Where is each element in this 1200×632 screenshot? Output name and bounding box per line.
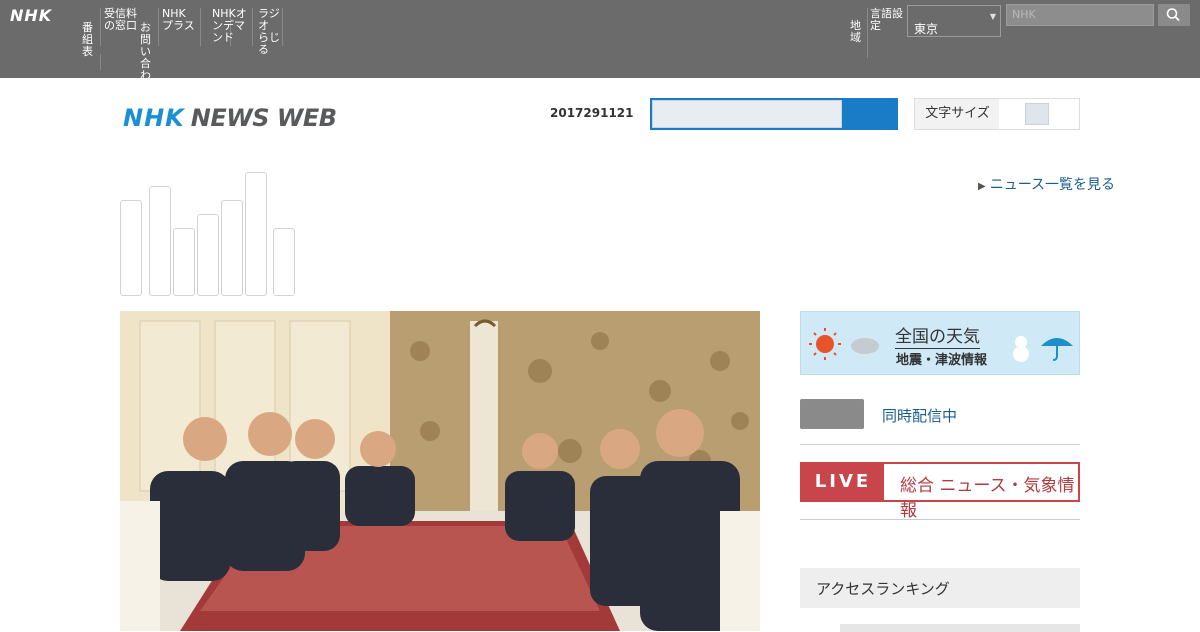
- main-news-photo[interactable]: [120, 311, 760, 631]
- weather-subtitle: 地震・津波情報: [896, 353, 988, 368]
- placeholder-bar: [149, 186, 171, 296]
- live-tag: LIVE: [802, 464, 884, 500]
- chevron-down-icon: ▼: [989, 12, 996, 21]
- search-icon: [1166, 8, 1180, 22]
- nhkplus-link[interactable]: 同時配信中: [800, 399, 1080, 445]
- global-nav-item-1[interactable]: 番組表: [82, 22, 98, 60]
- news-list-link[interactable]: ▶ ニュース一覧を見る: [978, 174, 1115, 194]
- global-nav-item-5[interactable]: NHKオンデマンド: [212, 8, 248, 46]
- date-text: 2017291121: [550, 106, 634, 120]
- news-search-box: [650, 98, 898, 130]
- placeholder-bar: [173, 228, 195, 296]
- divider: [800, 519, 1080, 520]
- global-nav-item-4[interactable]: NHKプラス: [162, 8, 196, 46]
- region-select[interactable]: 東京 ▼: [907, 5, 1001, 37]
- live-program-text: 総合 ニュース・気象情報: [900, 476, 1075, 521]
- news-list-link-label: ニュース一覧を見る: [989, 177, 1116, 193]
- nhkplus-label: 同時配信中: [882, 407, 958, 425]
- placeholder-bar: [273, 228, 295, 296]
- live-banner[interactable]: LIVE 総合 ニュース・気象情報: [800, 462, 1080, 521]
- right-nav-region[interactable]: 地域: [850, 20, 864, 44]
- nhkplus-badge: [800, 399, 864, 429]
- right-nav-language[interactable]: 言語設定: [870, 8, 906, 32]
- nhk-global-logo[interactable]: NHK: [10, 6, 52, 25]
- site-search-input[interactable]: NHK: [1006, 4, 1154, 26]
- access-ranking-header: アクセスランキング: [800, 568, 1080, 608]
- text-size-knob: [1025, 103, 1049, 125]
- ranking-thumbnail[interactable]: [840, 624, 1080, 632]
- placeholder-bar: [120, 200, 142, 296]
- loading-placeholder: [120, 170, 295, 296]
- access-ranking-title: アクセスランキング: [816, 580, 950, 598]
- newsweb-logo[interactable]: NHK NEWS WEB: [123, 104, 337, 132]
- placeholder-bar: [197, 214, 219, 296]
- global-nav-item-3[interactable]: お問い合わせ: [140, 22, 156, 94]
- news-search-button[interactable]: [842, 100, 898, 128]
- weather-banner[interactable]: 全国の天気 地震・津波情報: [800, 311, 1080, 375]
- photo-image: [120, 311, 760, 631]
- region-select-value: 東京: [914, 22, 939, 36]
- logo-nhk-text: NHK: [123, 104, 185, 132]
- placeholder-bar: [245, 172, 267, 296]
- placeholder-bar: [221, 200, 243, 296]
- global-header: NHK 番組表 受信料の窓口 お問い合わせ NHKプラス NHKオンデマンド ラ…: [0, 0, 1200, 94]
- triangle-right-icon: ▶: [978, 181, 986, 192]
- site-search-button[interactable]: [1158, 4, 1190, 26]
- logo-newsweb-text: NEWS WEB: [190, 104, 337, 132]
- weather-title: 全国の天気: [895, 322, 980, 349]
- global-nav-item-2[interactable]: 受信料の窓口: [104, 8, 138, 46]
- global-nav-item-6[interactable]: ラジオ らじる: [258, 8, 282, 56]
- text-size-setting[interactable]: 文字サイズ: [914, 98, 1080, 130]
- text-size-label: 文字サイズ: [925, 106, 990, 121]
- news-search-input[interactable]: [652, 100, 842, 128]
